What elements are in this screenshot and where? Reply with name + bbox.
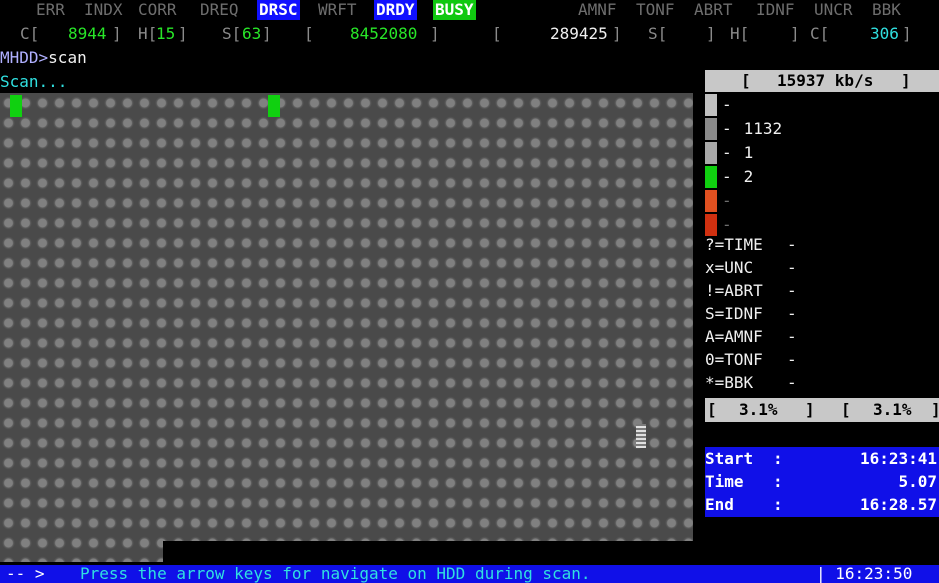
- command-text: scan: [48, 48, 87, 67]
- error-legend-idnf: S=IDNF -: [705, 304, 797, 323]
- start-value: 16:23:41: [859, 449, 937, 468]
- flag-abrt: ABRT: [694, 0, 733, 19]
- speed-value: 15937 kb/s: [777, 71, 874, 90]
- c2-close: ]: [902, 24, 912, 43]
- start-label: Start: [705, 449, 754, 468]
- scan-status-text: Scan...: [0, 72, 68, 91]
- flag-idnf: IDNF: [756, 0, 795, 19]
- mhdd-screen: ERR INDX CORR DREQ DRSC WRFT DRDY BUSY AMNF TONF A…: [0, 0, 939, 583]
- progress-readout: [ 3.1% ] [ 3.1% ]: [705, 398, 939, 422]
- flag-wrft: WRFT: [318, 0, 357, 19]
- legend-swatch: [705, 94, 717, 116]
- status-bar: -- > Press the arrow keys for navigate o…: [0, 565, 939, 583]
- h2-close: ]: [790, 24, 800, 43]
- flag-busy: BUSY: [433, 0, 476, 20]
- sector-close: ]: [262, 24, 272, 43]
- progress-left: 3.1%: [739, 400, 778, 419]
- flag-uncr: UNCR: [814, 0, 853, 19]
- speed-close: ]: [901, 71, 911, 90]
- flag-err: ERR: [36, 0, 65, 19]
- start-row: Start : 16:23:41: [705, 449, 937, 468]
- flag-tonf: TONF: [636, 0, 675, 19]
- flag-dreq: DREQ: [200, 0, 239, 19]
- sector-value: 63: [242, 24, 262, 43]
- status-clock: | 16:23:50: [816, 564, 913, 583]
- cyl-close: ]: [112, 24, 122, 43]
- flag-drsc: DRSC: [257, 0, 300, 20]
- end-label: End: [705, 495, 734, 514]
- flag-drdy: DRDY: [374, 0, 417, 20]
- error-legend-abrt: !=ABRT -: [705, 281, 797, 300]
- cyl-label: C[: [20, 24, 40, 43]
- cyl-value: 8944: [68, 24, 107, 43]
- lba-value: 8452080: [350, 24, 418, 43]
- progress-right: 3.1%: [873, 400, 912, 419]
- time-label: Time: [705, 472, 744, 491]
- head-close: ]: [178, 24, 188, 43]
- legend-count: -: [722, 191, 732, 210]
- legend-swatch: [705, 118, 717, 140]
- end-row: End : 16:28.57: [705, 495, 937, 514]
- legend-swatch: [705, 166, 717, 188]
- c2-value: 306: [870, 24, 899, 43]
- status-arrow: -- >: [6, 564, 45, 583]
- block-green-marker: [10, 95, 22, 117]
- lba-open: [: [304, 24, 314, 43]
- s2-close: ]: [706, 24, 716, 43]
- block-slow-marker: [636, 424, 646, 448]
- error-legend-amnf: A=AMNF -: [705, 327, 797, 346]
- head-value: 15: [156, 24, 176, 43]
- end-value: 16:28.57: [859, 495, 937, 514]
- legend-swatch: [705, 142, 717, 164]
- block-green-marker: [268, 95, 280, 117]
- lba-close: ]: [430, 24, 440, 43]
- time-panel: Start : 16:23:41 Time : 5.07 End : 16:28…: [705, 447, 939, 517]
- c2-label: C[: [810, 24, 830, 43]
- scan-map-unfilled: [163, 541, 693, 562]
- legend-count: -2: [722, 167, 754, 186]
- legend-count: -1: [722, 143, 754, 162]
- h2-label: H[: [730, 24, 750, 43]
- error-legend-bbk: *=BBK -: [705, 373, 797, 392]
- elapsed-row: Time : 5.07: [705, 472, 937, 491]
- legend-count: -: [722, 215, 732, 234]
- legend-swatch: [705, 214, 717, 236]
- status-message: Press the arrow keys for navigate on HDD…: [80, 564, 591, 583]
- error-legend-tonf: 0=TONF -: [705, 350, 797, 369]
- command-line[interactable]: MHDD>scan: [0, 48, 87, 68]
- error-legend-unc: x=UNC -: [705, 258, 797, 277]
- lba2-value: 289425: [550, 24, 608, 43]
- lba2-close: ]: [612, 24, 622, 43]
- speed-open: [: [741, 71, 751, 90]
- flag-bbk: BBK: [872, 0, 901, 19]
- error-legend-time: ?=TIME -: [705, 235, 797, 254]
- scan-block-map: [0, 93, 693, 562]
- time-value: 5.07: [898, 472, 937, 491]
- lba2-open: [: [492, 24, 502, 43]
- legend-count: -: [722, 95, 732, 114]
- flag-amnf: AMNF: [578, 0, 617, 19]
- head-label: H[: [138, 24, 158, 43]
- flag-indx: INDX: [84, 0, 123, 19]
- legend-swatch: [705, 190, 717, 212]
- s2-label: S[: [648, 24, 668, 43]
- speed-readout: [ 15937 kb/s ]: [705, 70, 939, 92]
- flag-corr: CORR: [138, 0, 177, 19]
- prompt-text: MHDD>: [0, 48, 49, 67]
- legend-count: -1132: [722, 119, 783, 138]
- sector-label: S[: [222, 24, 242, 43]
